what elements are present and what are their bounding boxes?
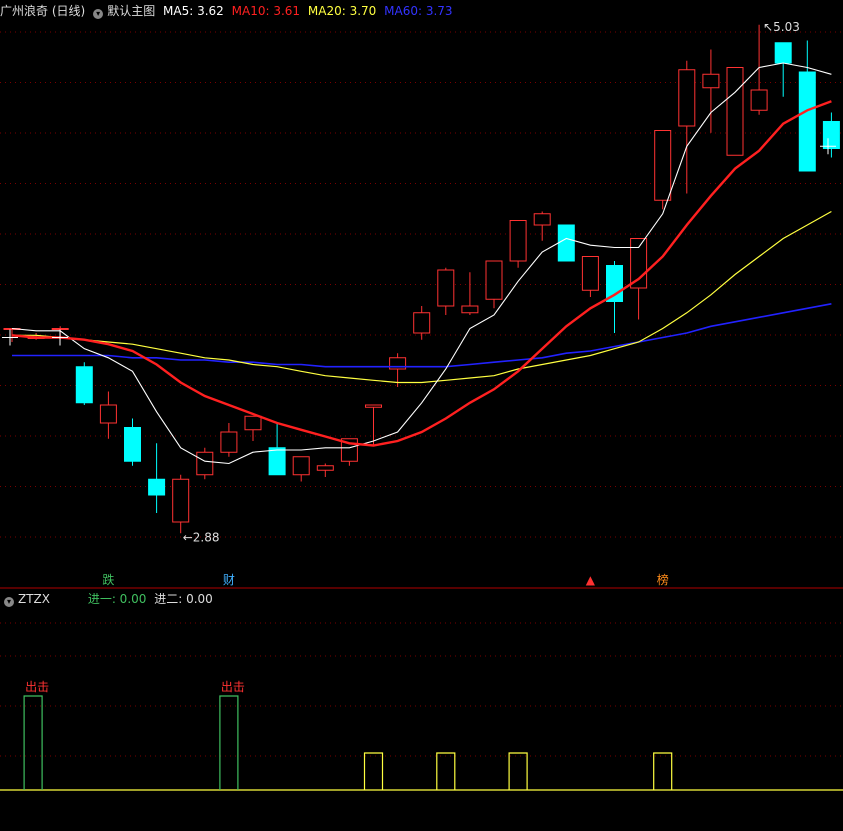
candle-body <box>316 465 334 471</box>
event-marker: 榜 <box>657 572 669 587</box>
ma20-readout: MA20: 3.70 <box>307 4 377 18</box>
min-price-label: ←2.88 <box>183 530 220 544</box>
stock-title: 广州浪奇 (日线) <box>0 4 86 18</box>
signal-bar <box>653 752 673 790</box>
candle <box>124 418 141 466</box>
jin1-readout: 进一: 0.00 <box>87 592 147 606</box>
ma60-readout: MA60: 3.73 <box>384 4 453 18</box>
candle <box>822 112 840 158</box>
candle <box>244 415 262 441</box>
candle <box>268 423 286 476</box>
candle-body <box>581 256 599 291</box>
chuji-bar <box>23 695 43 790</box>
candle <box>533 211 551 241</box>
candle <box>292 456 310 482</box>
candle-body <box>750 89 768 111</box>
chuji-bar <box>219 695 239 790</box>
sub-chart-header: ▾ ZTZX 进一: 0.00 进二: 0.00 <box>0 590 217 607</box>
event-marker: 跌 <box>102 572 114 587</box>
max-price-label: ↖5.03 <box>763 20 800 34</box>
main-indicator-name[interactable]: 默认主图 <box>107 4 155 18</box>
candle <box>509 220 527 268</box>
candle <box>220 423 238 457</box>
ma5-readout: MA5: 3.62 <box>163 4 224 18</box>
candle-body <box>244 415 262 431</box>
jin2-readout: 进二: 0.00 <box>154 592 213 606</box>
candle <box>437 267 455 315</box>
candle <box>581 256 599 297</box>
candle-body <box>365 404 382 408</box>
candle <box>172 474 190 534</box>
candle <box>196 447 214 480</box>
ma20-line <box>12 210 832 384</box>
candle <box>99 391 117 439</box>
candle-body <box>148 478 166 496</box>
candle <box>557 224 575 262</box>
candle-body <box>268 447 286 476</box>
candle-body <box>196 451 214 476</box>
candle <box>461 272 479 315</box>
chuji-label: 出击 <box>221 680 245 694</box>
ma10-line <box>11 100 832 447</box>
candle-body <box>292 456 310 476</box>
candle-body <box>461 305 479 314</box>
candle <box>678 60 696 194</box>
candle <box>726 67 744 156</box>
candle-body <box>413 312 431 334</box>
candle-body <box>51 328 69 330</box>
sub-indicator-name[interactable]: ZTZX <box>18 592 50 606</box>
candle <box>148 443 166 513</box>
candle <box>413 306 431 340</box>
candle-body <box>75 366 93 404</box>
candle-body <box>172 478 190 523</box>
candle <box>774 42 792 97</box>
signal-bar <box>508 752 528 790</box>
candle-body <box>630 238 648 289</box>
candle-body <box>533 213 551 226</box>
candle <box>485 260 503 309</box>
candle-body <box>654 130 672 201</box>
candle-body <box>124 427 141 462</box>
candle-body <box>702 73 720 89</box>
signal-bar <box>436 752 456 790</box>
indicator-menu-icon[interactable]: ▾ <box>93 9 104 19</box>
event-marker: 财 <box>223 573 235 587</box>
candle-body <box>220 431 238 453</box>
chuji-label: 出击 <box>25 680 49 694</box>
stock-chart[interactable]: ↖5.03 ←2.88 跌 财 ▲ 榜出击 出击 <box>0 0 843 831</box>
signal-bar <box>363 752 384 790</box>
candle-body <box>557 224 575 262</box>
candle-body <box>437 269 455 307</box>
candle-body <box>798 71 816 172</box>
candle-body <box>678 69 696 127</box>
candle-body <box>99 404 117 424</box>
candle <box>316 463 334 477</box>
sub-indicator-menu-icon[interactable]: ▾ <box>4 597 14 607</box>
candle-body <box>509 220 527 262</box>
event-marker: ▲ <box>586 573 596 587</box>
main-chart-header: 广州浪奇 (日线) ▾ 默认主图 MA5: 3.62 MA10: 3.61 MA20… <box>0 2 457 19</box>
candle <box>750 24 768 115</box>
ma5-line <box>11 62 832 465</box>
candle-body <box>485 260 503 300</box>
candle-body <box>774 42 792 64</box>
candle <box>75 362 93 405</box>
ma10-readout: MA10: 3.61 <box>231 4 301 18</box>
candle <box>798 40 816 172</box>
candle-body <box>726 67 744 156</box>
candle-body <box>822 121 840 149</box>
